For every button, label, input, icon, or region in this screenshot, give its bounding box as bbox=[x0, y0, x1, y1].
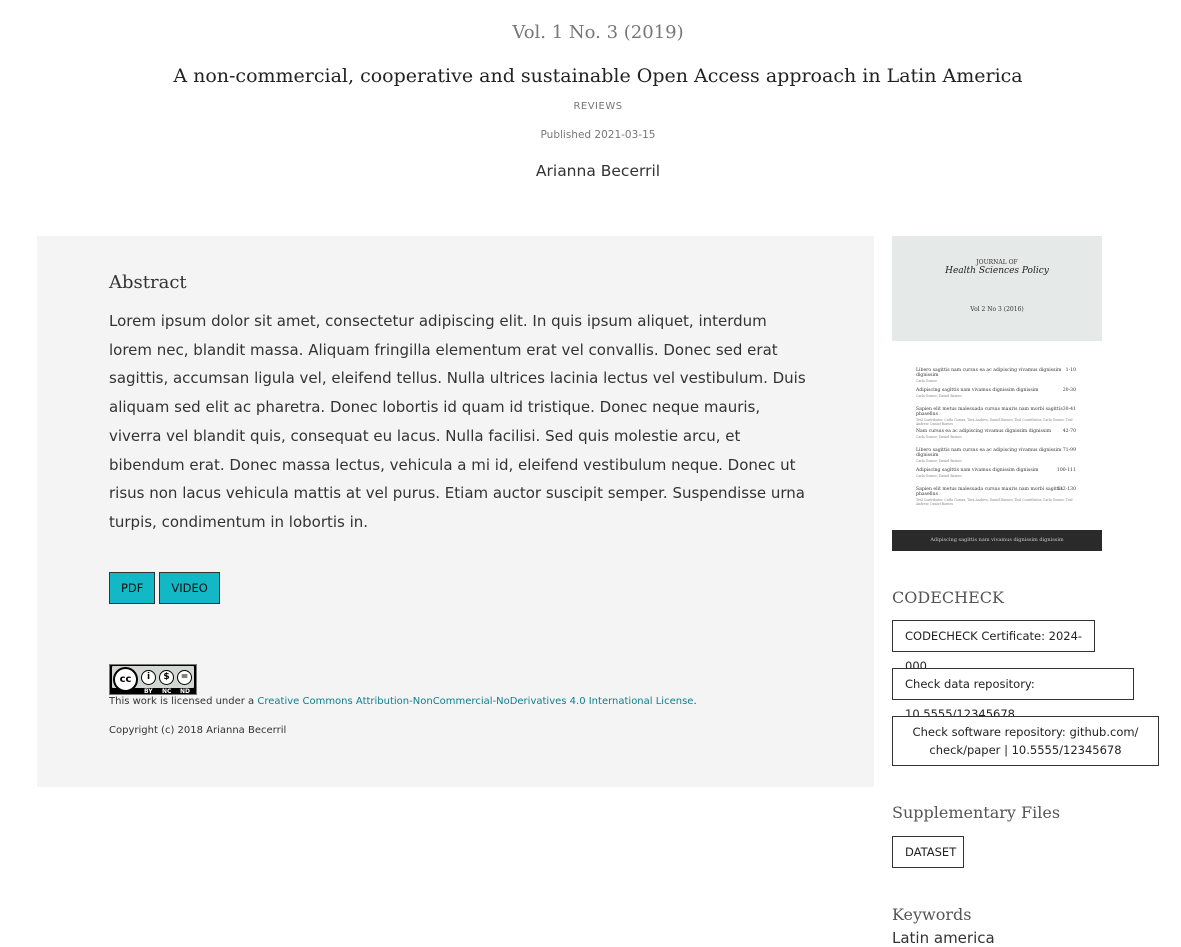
cover-toc-page: 42-70 bbox=[1062, 429, 1076, 434]
issue-link[interactable]: Vol. 1 No. 3 (2019) bbox=[0, 22, 1181, 43]
cover-toc-title: Sapien elit metus malesuada cursus mauri… bbox=[916, 407, 1063, 417]
license-suffix: . bbox=[693, 696, 697, 707]
galley-links: PDF VIDEO bbox=[109, 572, 220, 604]
cover-toc-authors: Carla Gomez, Daniel Barnes bbox=[916, 394, 962, 398]
cover-toc-entry: Sapien elit metus malesuada cursus mauri… bbox=[916, 407, 1076, 426]
cc-license-badge[interactable]: cc i $ = BY NC ND bbox=[109, 664, 197, 695]
article-title: A non-commercial, cooperative and sustai… bbox=[173, 65, 1023, 87]
cover-toc-page: 100-111 bbox=[1056, 468, 1076, 473]
cover-toc-title: Libero sagittis nam cursus ea ac adipisc… bbox=[916, 448, 1062, 458]
copyright-text: Copyright (c) 2018 Arianna Becerril bbox=[109, 725, 287, 736]
cover-toc-authors: Teal Contributor, Carla Gomez, Tara Andr… bbox=[916, 498, 1073, 506]
cover-toc-entry: Nam cursus ea ac adipiscing vivamus dign… bbox=[916, 429, 1076, 439]
cover-toc-page: 20-30 bbox=[1062, 388, 1076, 393]
keyword-item[interactable]: Latin america bbox=[892, 929, 995, 947]
attribution-icon: i bbox=[141, 670, 156, 685]
check-software-repository-button[interactable]: Check software repository: github.com/ c… bbox=[892, 716, 1159, 766]
section-label: REVIEWS bbox=[573, 101, 623, 112]
codecheck-certificate-button[interactable]: CODECHECK Certificate: 2024-000 bbox=[892, 620, 1095, 673]
cover-toc-authors: Carla Gomez, Daniel Barnes bbox=[916, 459, 962, 463]
cover-footer: Adipiscing sagittis nam vivamus dignissi… bbox=[892, 530, 1102, 551]
issue-cover-image[interactable]: JOURNAL OF Health Sciences Policy Vol 2 … bbox=[892, 236, 1102, 551]
noncommercial-icon: $ bbox=[159, 670, 174, 685]
keywords-heading: Keywords bbox=[892, 905, 972, 924]
cover-toc-authors: Carla Gomez, Daniel Barnes bbox=[916, 474, 962, 478]
article-main-panel: Abstract Lorem ipsum dolor sit amet, con… bbox=[37, 236, 874, 787]
noderivatives-icon: = bbox=[177, 670, 192, 685]
cover-toc-page: 30-41 bbox=[1062, 407, 1076, 412]
codecheck-heading: CODECHECK bbox=[892, 588, 1004, 607]
cover-toc-authors: Carla Gomez, Daniel Barnes bbox=[916, 435, 962, 439]
cover-journal-small: JOURNAL OF bbox=[976, 259, 1018, 266]
cover-toc-entry: Adipiscing sagittis nam vivamus dignissi… bbox=[916, 468, 1076, 478]
dataset-button[interactable]: DATASET bbox=[892, 836, 964, 868]
check-data-repository-button[interactable]: Check data repository: 10.5555/12345678 bbox=[892, 668, 1134, 721]
cover-volume: Vol 2 No 3 (2016) bbox=[970, 306, 1024, 313]
cover-toc-title: Adipiscing sagittis nam vivamus dignissi… bbox=[916, 388, 1039, 393]
cover-toc-page: 1-10 bbox=[1065, 368, 1076, 373]
cover-header: JOURNAL OF Health Sciences Policy Vol 2 … bbox=[892, 236, 1102, 341]
cover-toc-title: Libero sagittis nam cursus ea ac adipisc… bbox=[916, 368, 1062, 378]
cc-nc-label: NC bbox=[162, 688, 172, 695]
cover-toc-entry: Adipiscing sagittis nam vivamus dignissi… bbox=[916, 388, 1076, 398]
cover-toc-title: Adipiscing sagittis nam vivamus dignissi… bbox=[916, 468, 1039, 473]
cc-nd-label: ND bbox=[180, 688, 191, 695]
license-statement: This work is licensed under a Creative C… bbox=[109, 696, 697, 707]
cover-toc-page: 71-99 bbox=[1062, 448, 1076, 453]
cover-toc-page: 112-130 bbox=[1056, 487, 1076, 492]
cover-journal-name: Health Sciences Policy bbox=[945, 266, 1049, 276]
license-link[interactable]: Creative Commons Attribution-NonCommerci… bbox=[257, 696, 693, 707]
pdf-button[interactable]: PDF bbox=[109, 572, 156, 604]
abstract-heading: Abstract bbox=[109, 272, 187, 293]
cc-by-label: BY bbox=[144, 688, 153, 695]
cover-toc-authors: Teal Contributor, Carla Gomez, Tara Andr… bbox=[916, 418, 1073, 426]
video-button[interactable]: VIDEO bbox=[159, 572, 220, 604]
supplementary-files-heading: Supplementary Files bbox=[892, 803, 1061, 822]
cc-logo-icon: cc bbox=[113, 667, 138, 692]
cover-toc-entry: Libero sagittis nam cursus ea ac adipisc… bbox=[916, 368, 1076, 383]
author-name: Arianna Becerril bbox=[535, 162, 661, 180]
cover-toc-title: Sapien elit metus malesuada cursus mauri… bbox=[916, 487, 1063, 497]
cover-toc-entry: Libero sagittis nam cursus ea ac adipisc… bbox=[916, 448, 1076, 463]
abstract-text: Lorem ipsum dolor sit amet, consectetur … bbox=[109, 312, 806, 531]
published-date: Published 2021-03-15 bbox=[540, 129, 656, 141]
cover-toc-title: Nam cursus ea ac adipiscing vivamus dign… bbox=[916, 429, 1052, 434]
license-prefix: This work is licensed under a bbox=[109, 696, 258, 707]
cover-toc-authors: Carla Gomez bbox=[916, 379, 937, 383]
cover-toc-entry: Sapien elit metus malesuada cursus mauri… bbox=[916, 487, 1076, 506]
